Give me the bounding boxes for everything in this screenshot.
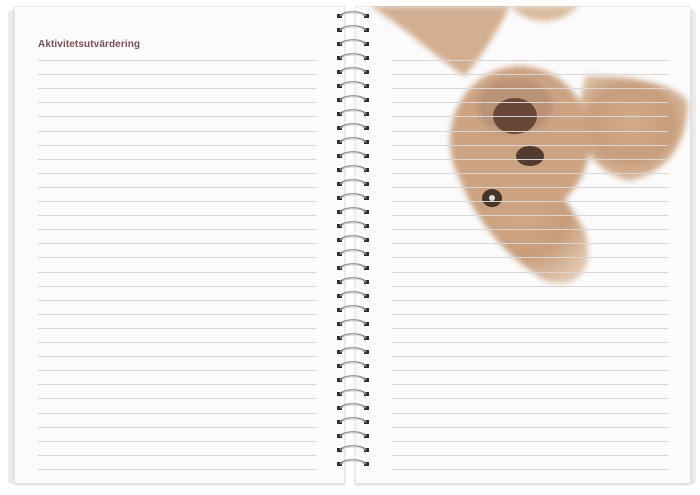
ruled-line	[392, 130, 668, 132]
ruled-line	[392, 201, 668, 202]
ruled-line	[392, 313, 668, 315]
coil-ring	[337, 403, 369, 410]
ruled-line	[38, 102, 316, 104]
coil-ring	[337, 81, 369, 88]
ruled-line	[38, 454, 316, 456]
coil-ring	[337, 277, 369, 284]
ruled-line	[38, 398, 316, 400]
coil-ring	[337, 291, 369, 298]
coil-ring	[337, 151, 369, 158]
coil-ring	[337, 347, 369, 354]
ruled-line	[38, 356, 316, 358]
ruled-line	[38, 285, 316, 287]
coil-ring	[337, 333, 369, 340]
coil-ring	[337, 417, 369, 424]
ruled-line	[38, 257, 316, 259]
coil-ring	[337, 445, 369, 452]
ruled-line	[38, 130, 316, 132]
coil-ring	[337, 319, 369, 326]
ruled-line	[392, 440, 668, 442]
ruled-line	[392, 74, 668, 76]
ruled-line	[392, 158, 668, 160]
ruled-line	[38, 299, 316, 301]
ruled-line	[38, 201, 316, 202]
coil-ring	[337, 137, 369, 144]
ruled-line	[392, 215, 668, 217]
ruled-line	[392, 88, 668, 90]
ruled-line	[38, 186, 316, 188]
ruled-line	[392, 370, 668, 372]
ruled-line	[38, 271, 316, 273]
coil-ring	[337, 109, 369, 116]
ruled-line	[38, 158, 316, 160]
coil-ring	[337, 95, 369, 102]
ruled-line	[38, 215, 316, 217]
open-notebook: Aktivitetsutvärdering	[0, 0, 700, 495]
ruled-line	[38, 426, 316, 428]
coil-ring	[337, 165, 369, 172]
ruled-line	[38, 116, 316, 118]
ruled-line	[38, 313, 316, 315]
ruled-line	[392, 356, 668, 358]
ruled-line	[38, 440, 316, 442]
coil-ring	[337, 123, 369, 130]
dog-photo	[370, 6, 688, 284]
ruled-line	[38, 88, 316, 90]
coil-ring	[337, 249, 369, 256]
coil-ring	[337, 193, 369, 200]
ruled-line	[392, 454, 668, 456]
ruled-line	[38, 60, 316, 61]
coil-ring	[337, 305, 369, 312]
coil-ring	[337, 207, 369, 214]
ruled-line	[392, 102, 668, 104]
coil-ring	[337, 389, 369, 396]
ruled-line	[392, 468, 668, 470]
ruled-line	[392, 229, 668, 231]
ruled-line	[38, 327, 316, 329]
ruled-line	[392, 257, 668, 259]
coil-ring	[337, 235, 369, 242]
ruled-line	[392, 384, 668, 386]
coil-ring	[337, 67, 369, 74]
ruled-line	[392, 426, 668, 428]
ruled-line	[38, 229, 316, 231]
coil-ring	[337, 179, 369, 186]
coil-ring	[337, 53, 369, 60]
coil-ring	[337, 459, 369, 466]
page-heading: Aktivitetsutvärdering	[38, 39, 141, 50]
ruled-line	[38, 172, 316, 174]
ruled-line	[392, 186, 668, 188]
ruled-line	[38, 243, 316, 245]
coil-ring	[337, 221, 369, 228]
ruled-line	[38, 144, 316, 146]
ruled-line	[38, 384, 316, 386]
ruled-line	[392, 327, 668, 329]
ruled-line	[38, 370, 316, 372]
ruled-line	[392, 60, 668, 61]
ruled-line	[392, 144, 668, 146]
coil-ring	[337, 431, 369, 438]
spiral-binding	[337, 11, 369, 466]
ruled-line	[392, 271, 668, 273]
ruled-line	[38, 342, 316, 343]
ruled-line	[38, 468, 316, 470]
ruled-line	[392, 342, 668, 343]
ruled-line	[392, 285, 668, 287]
ruled-line	[392, 299, 668, 301]
ruled-line	[392, 243, 668, 245]
coil-ring	[337, 11, 369, 18]
ruled-line	[392, 172, 668, 174]
coil-ring	[337, 361, 369, 368]
coil-ring	[337, 263, 369, 270]
ruled-line	[392, 398, 668, 400]
ruled-line	[392, 412, 668, 414]
ruled-line	[392, 116, 668, 118]
coil-ring	[337, 375, 369, 382]
ruled-line	[38, 412, 316, 414]
coil-ring	[337, 39, 369, 46]
coil-ring	[337, 25, 369, 32]
ruled-line	[38, 74, 316, 76]
